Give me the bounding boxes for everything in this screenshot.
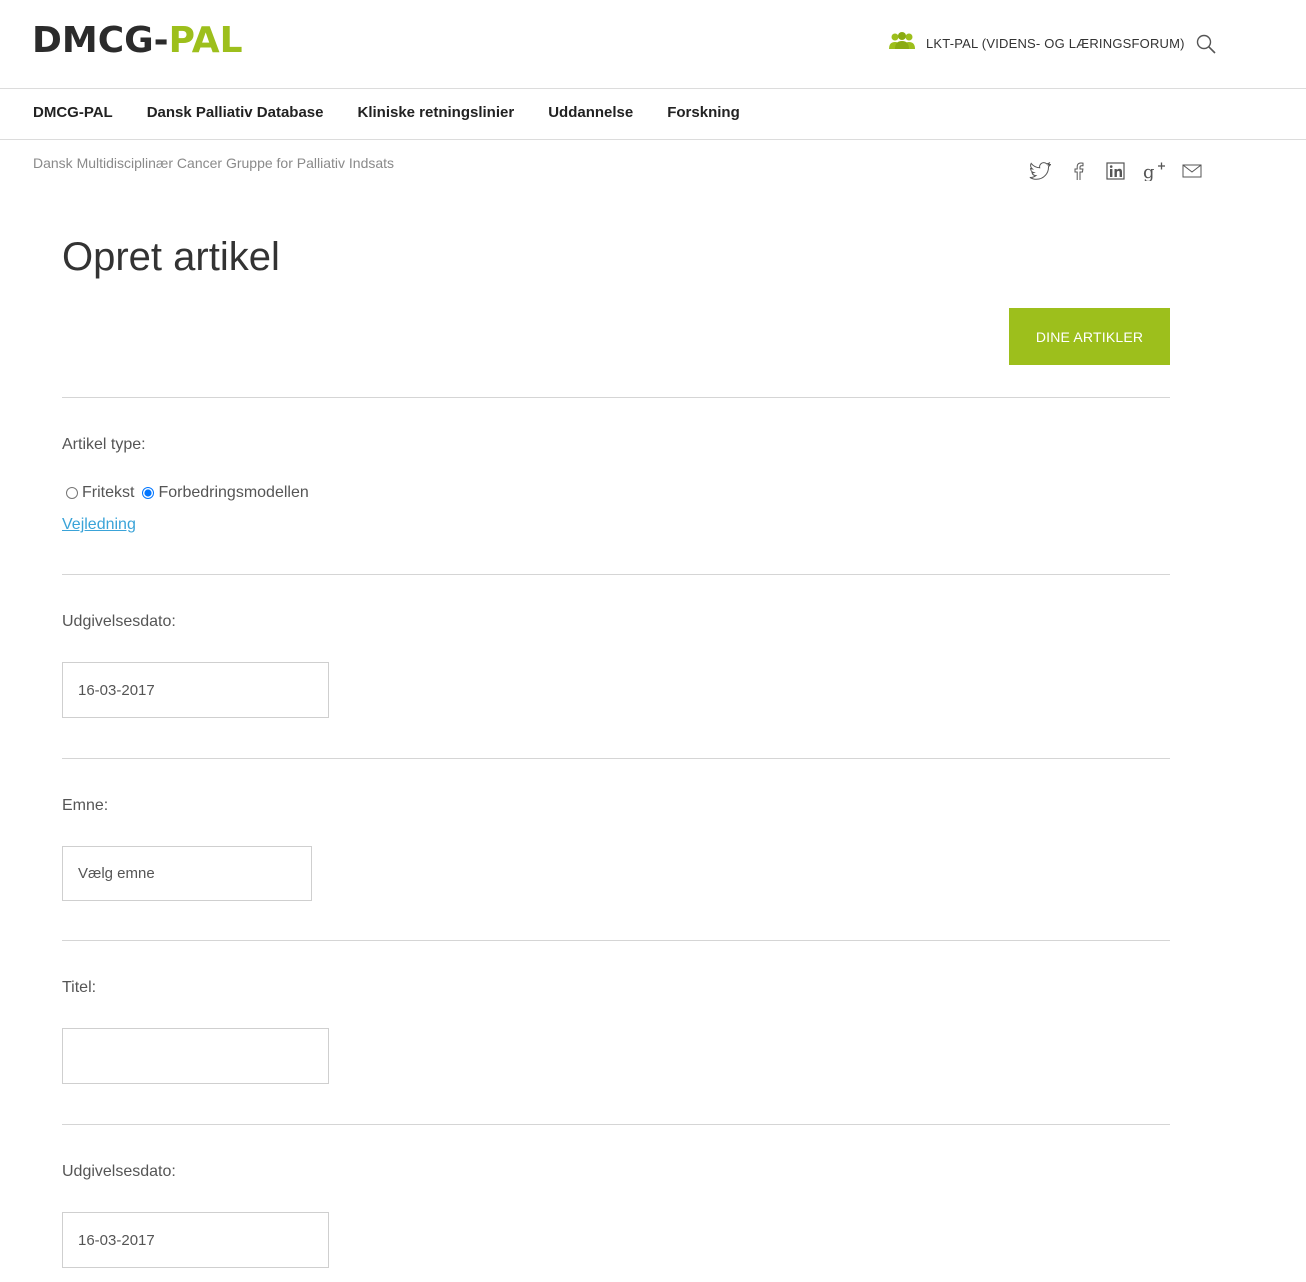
radio-forbedringsmodellen[interactable]: Forbedringsmodellen (142, 484, 309, 502)
divider (62, 574, 1170, 575)
radio-fritekst-label: Fritekst (82, 484, 135, 501)
title-input[interactable] (62, 1028, 329, 1084)
radio-fritekst[interactable]: Fritekst (66, 484, 134, 502)
google-plus-icon[interactable]: g (1142, 160, 1166, 182)
site-subtitle: Dansk Multidisciplinær Cancer Gruppe for… (33, 155, 395, 171)
publish-date-input[interactable] (62, 662, 329, 718)
your-articles-button[interactable]: DINE ARTIKLER (1009, 308, 1170, 365)
top-header: DMCG-PAL LKT-PAL (VIDENS- OG LÆRINGSFORU… (0, 0, 1306, 89)
facebook-icon[interactable] (1066, 160, 1090, 182)
radio-forbedringsmodellen-input[interactable] (142, 487, 155, 499)
nav-item-kliniske-retningslinier[interactable]: Kliniske retningslinier (357, 104, 514, 121)
logo-text-pal: PAL (168, 20, 243, 61)
page-title: Opret artikel (62, 235, 280, 279)
guide-link[interactable]: Vejledning (62, 516, 136, 534)
title-label: Titel: (62, 979, 97, 996)
publish-date-label-2: Udgivelsesdato: (62, 1163, 176, 1180)
twitter-icon[interactable] (1028, 160, 1052, 182)
logo-text-dmcg: DMCG- (32, 20, 169, 61)
nav-item-dmcg-pal[interactable]: DMCG-PAL (33, 104, 113, 121)
forum-link[interactable]: LKT-PAL (VIDENS- OG LÆRINGSFORUM) (888, 32, 1185, 55)
search-icon[interactable] (1196, 34, 1216, 54)
site-logo[interactable]: DMCG-PAL (32, 20, 243, 62)
article-type-radio-group: Fritekst Forbedringsmodellen (66, 484, 317, 502)
divider (62, 1124, 1170, 1125)
nav-item-dansk-palliativ-database[interactable]: Dansk Palliativ Database (147, 104, 324, 121)
divider (62, 940, 1170, 941)
radio-forbedringsmodellen-label: Forbedringsmodellen (158, 484, 309, 501)
nav-item-uddannelse[interactable]: Uddannelse (548, 104, 633, 121)
divider (62, 758, 1170, 759)
main-navigation: DMCG-PAL Dansk Palliativ Database Klinis… (0, 89, 1306, 140)
nav-item-forskning[interactable]: Forskning (667, 104, 740, 121)
users-icon (888, 32, 916, 55)
publish-date-input-2[interactable] (62, 1212, 329, 1268)
publish-date-label: Udgivelsesdato: (62, 613, 176, 630)
radio-fritekst-input[interactable] (66, 487, 78, 499)
linkedin-icon[interactable] (1104, 160, 1128, 182)
topic-label: Emne: (62, 797, 109, 814)
divider (62, 397, 1170, 398)
forum-link-label: LKT-PAL (VIDENS- OG LÆRINGSFORUM) (926, 36, 1185, 51)
svg-text:g: g (1143, 162, 1155, 181)
social-share-bar: g (1028, 160, 1204, 182)
article-type-label: Artikel type: (62, 436, 146, 453)
mail-icon[interactable] (1180, 160, 1204, 182)
topic-select[interactable] (62, 846, 312, 901)
